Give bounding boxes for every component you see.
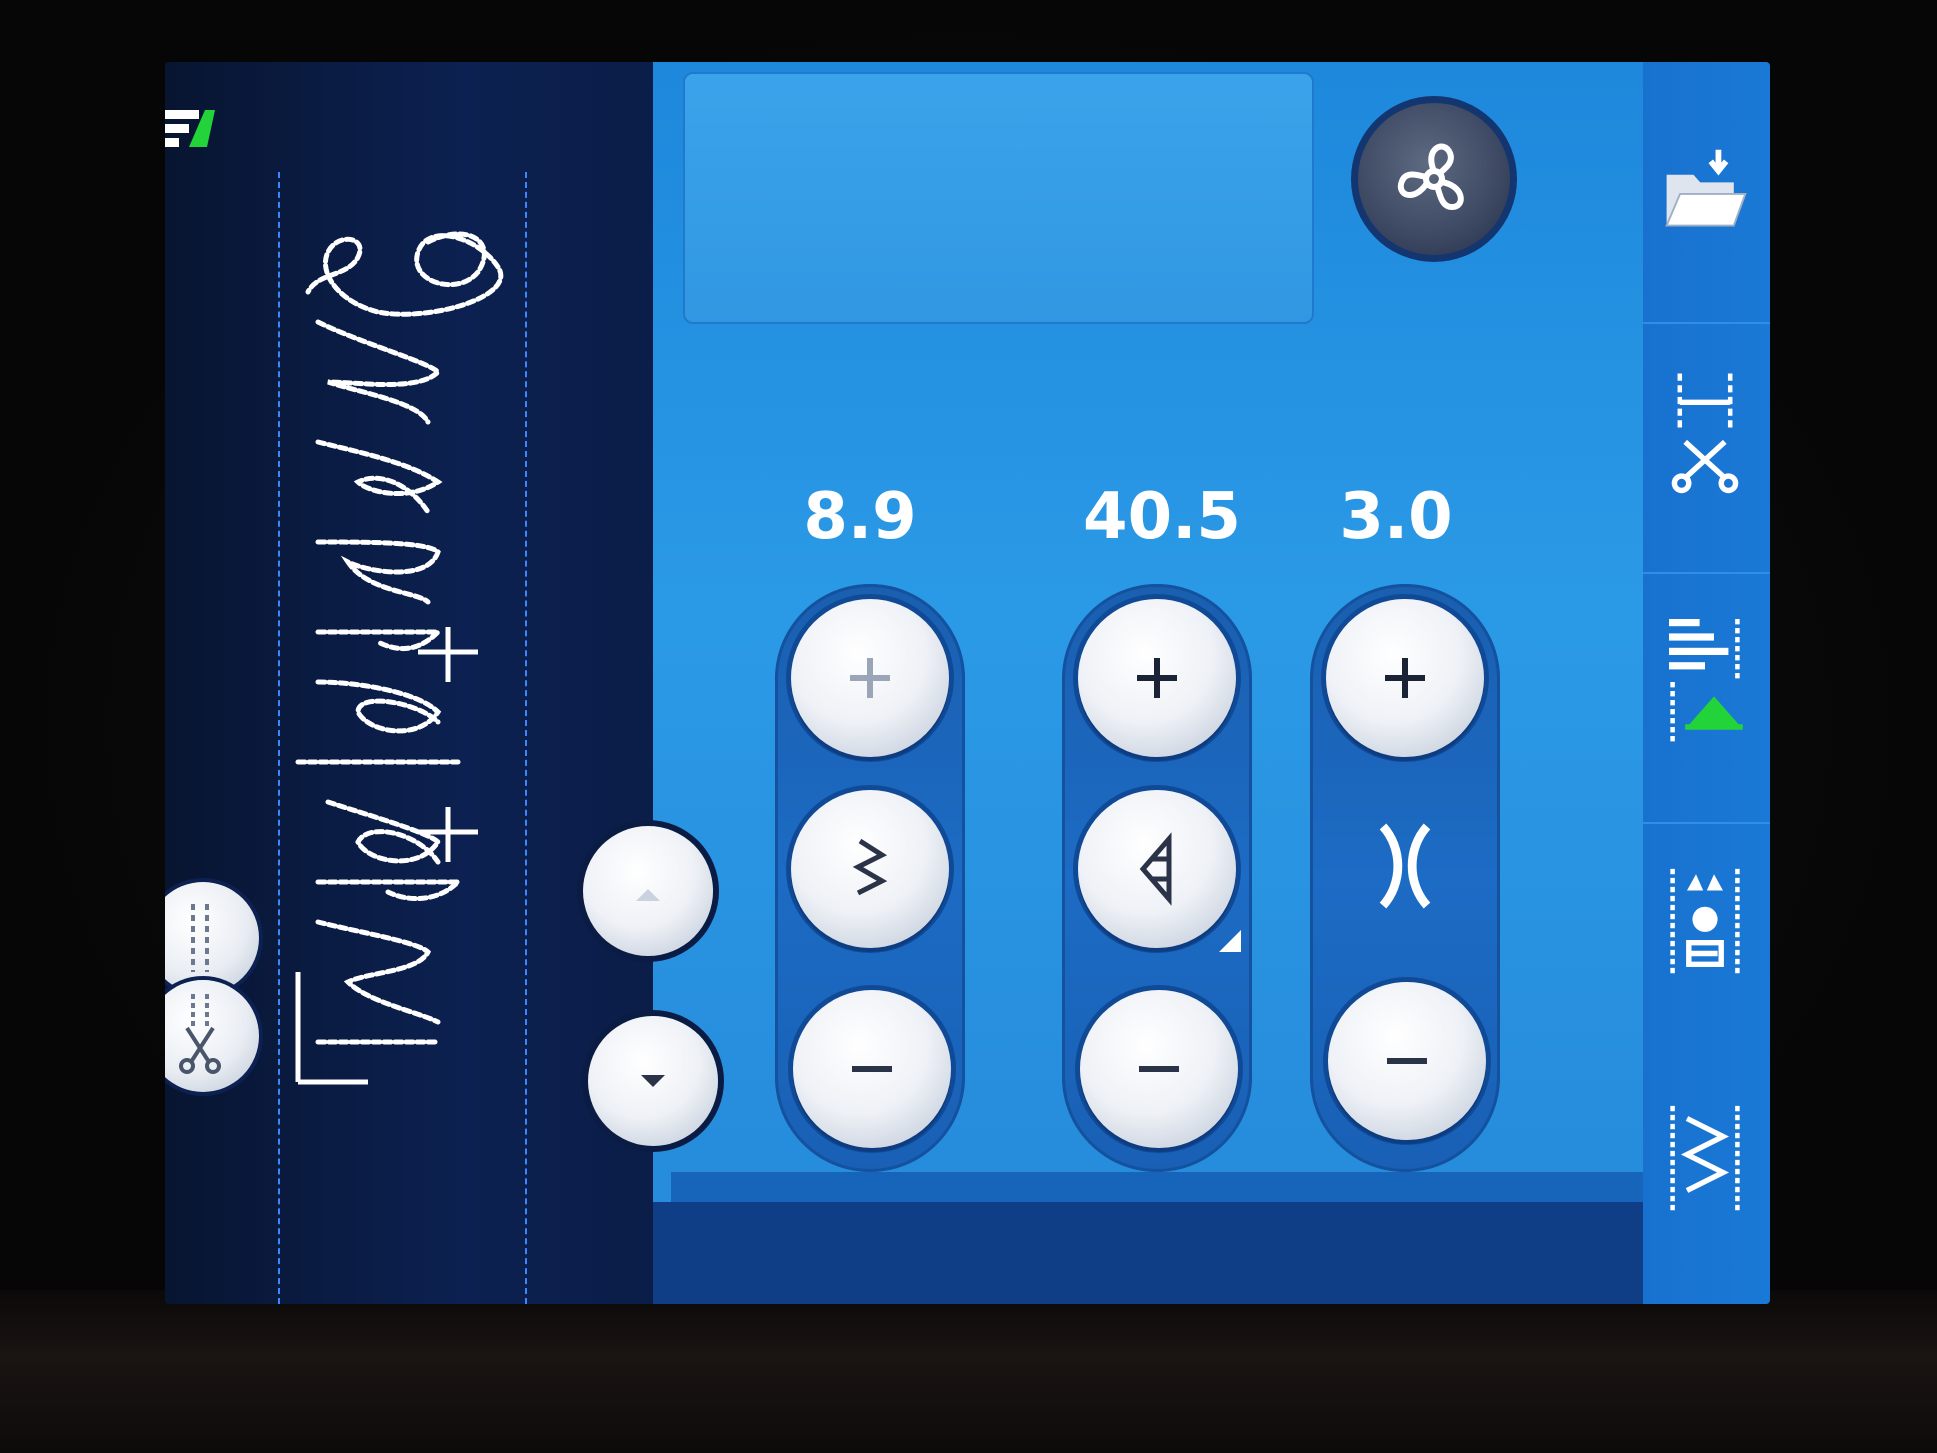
stitch-length-value: 40.5 [1083,480,1241,554]
thread-status-icon [165,110,215,147]
load-folder-button[interactable] [1655,137,1755,247]
panel-footer [653,1202,1665,1304]
stitch-options-icon [1670,1105,1740,1213]
tie-off-cut-icon [179,994,221,1074]
stitch-density-value: 3.0 [1339,480,1453,554]
scroll-down-button[interactable] [588,1016,718,1146]
stitch-length-icon [1139,832,1172,906]
stitch-density-decrease-button[interactable] [1328,982,1486,1140]
stitch-width-decrease-button[interactable] [793,990,951,1148]
toolbar-divider [1643,822,1770,824]
toolbar-divider [1643,322,1770,324]
tie-off-start-icon [191,904,209,972]
tie-off-start-button[interactable] [165,882,259,994]
stitch-density-indicator [1326,787,1484,945]
program-cut-button[interactable] [1655,357,1755,507]
triangle-down-icon [641,1075,665,1087]
minus-icon [1139,1066,1179,1072]
plus-icon [850,658,890,698]
fan-icon [1397,143,1464,211]
stitch-sequence-preview [295,231,504,1085]
stitch-width-mode-button[interactable] [791,790,949,948]
stitch-length-decrease-button[interactable] [1080,990,1238,1148]
plus-icon [1385,658,1425,698]
device-lower-bezel [0,1290,1937,1453]
submenu-corner-icon [1219,930,1241,952]
tie-off-cut-button[interactable] [165,980,259,1092]
stitch-density-increase-button[interactable] [1326,599,1484,757]
scroll-up-button[interactable] [583,826,713,956]
fan-button[interactable] [1351,96,1517,262]
stitch-length-mode-button[interactable] [1078,790,1236,948]
touch-screen: 8.9 40.5 3.0 [165,62,1770,1304]
sequence-text-button[interactable] [1655,857,1755,987]
panel-footer-band [671,1172,1661,1202]
triangle-up-icon [636,889,660,901]
zigzag-icon [852,838,888,896]
minus-icon [852,1066,892,1072]
stitch-options-button[interactable] [1655,1094,1755,1224]
balance-button[interactable] [1655,602,1755,762]
density-icon [1379,823,1431,909]
load-folder-icon [1665,149,1747,227]
balance-icon [1669,619,1743,745]
stitch-length-increase-button[interactable] [1078,599,1236,757]
program-cut-icon [1671,373,1739,494]
minus-icon [1387,1058,1427,1064]
stitch-info-box [683,72,1314,324]
plus-icon [1137,658,1177,698]
stitch-width-increase-button[interactable] [791,599,949,757]
stitch-width-value: 8.9 [803,480,917,554]
toolbar-divider [1643,572,1770,574]
sequence-text-icon [1670,868,1740,976]
